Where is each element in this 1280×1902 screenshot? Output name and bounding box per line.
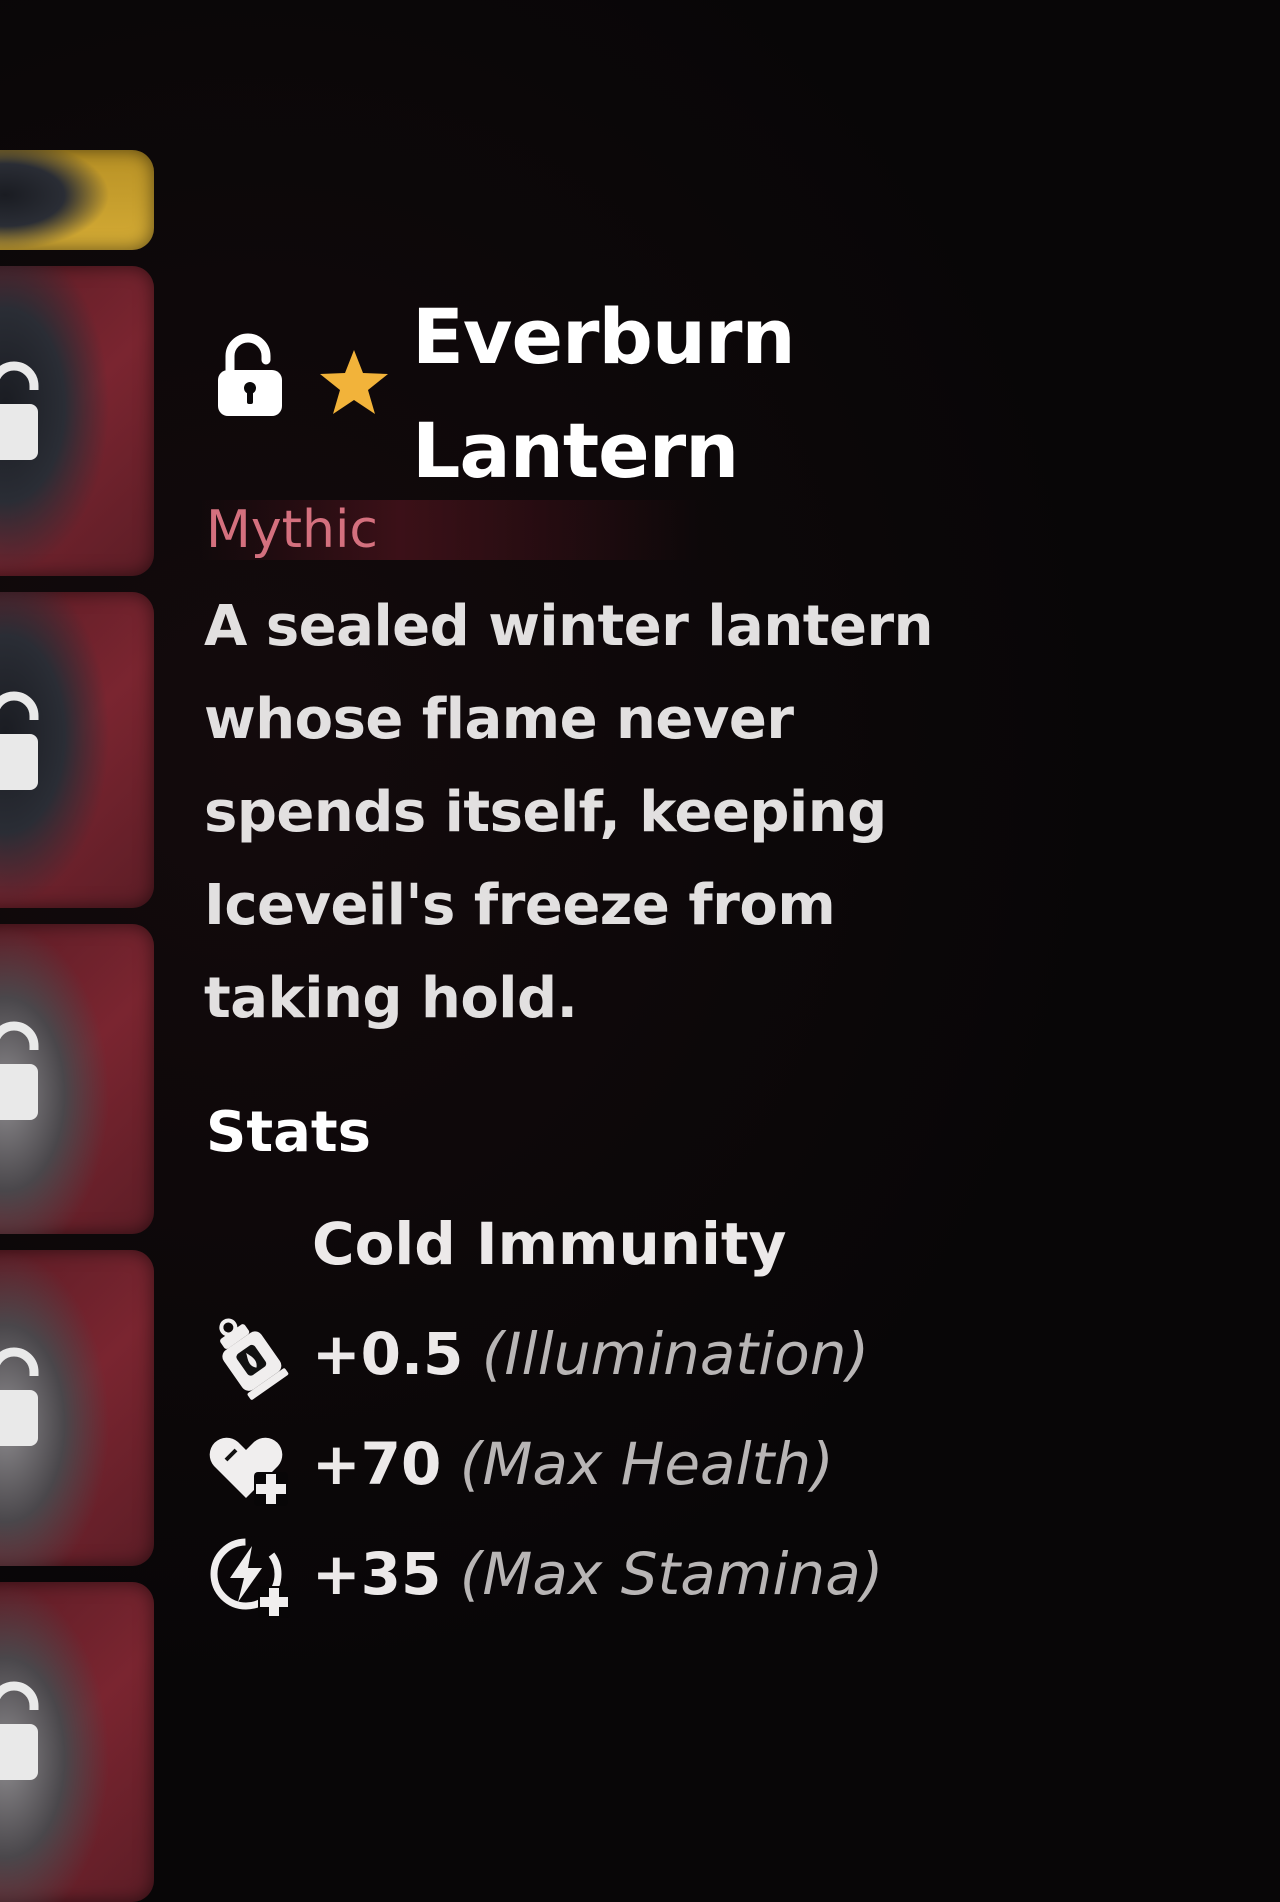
padlock-icon [0, 691, 39, 790]
item-thumbnail [0, 150, 110, 250]
stat-label: (Illumination) [481, 1320, 870, 1388]
star-icon[interactable] [318, 348, 390, 416]
stat-text: Cold Immunity [312, 1204, 786, 1284]
stat-value: +35 [312, 1540, 442, 1608]
padlock-open-icon[interactable] [214, 332, 286, 418]
stat-text: +35 (Max Stamina) [312, 1534, 883, 1614]
item-name-line-1: Everburn [412, 292, 796, 381]
stat-row-max-stamina: +35 (Max Stamina) [200, 1526, 960, 1626]
item-header: Everburn Lantern [200, 260, 960, 500]
stat-row-illumination: +0.5 (Illumination) [200, 1306, 960, 1406]
item-description: A sealed winter lantern whose flame neve… [204, 580, 964, 1045]
inventory-slot-column [0, 0, 160, 1902]
stat-value: Cold Immunity [312, 1210, 787, 1278]
stat-label: (Max Health) [459, 1430, 834, 1498]
description-line: Iceveil's freeze from [204, 873, 836, 938]
padlock-icon [0, 1681, 39, 1780]
stat-row-max-health: +70 (Max Health) [200, 1416, 960, 1516]
description-line: spends itself, keeping [204, 780, 887, 845]
stamina-plus-icon [210, 1538, 290, 1618]
stat-value: +0.5 [312, 1320, 464, 1388]
description-line: A sealed winter lantern [204, 594, 933, 659]
padlock-icon [0, 361, 39, 460]
heart-plus-icon [209, 1437, 288, 1506]
description-line: whose flame never [204, 687, 794, 752]
inventory-slot-selected[interactable] [0, 150, 154, 250]
item-name: Everburn Lantern [412, 280, 952, 508]
rarity-label: Mythic [206, 500, 379, 560]
padlock-icon [0, 1021, 39, 1120]
lantern-icon [219, 1318, 289, 1400]
stat-value: +70 [312, 1430, 442, 1498]
stat-text: +0.5 (Illumination) [312, 1314, 869, 1394]
description-line: taking hold. [204, 966, 578, 1031]
stat-row-cold-immunity: Cold Immunity [200, 1196, 960, 1296]
stats-heading: Stats [206, 1100, 371, 1165]
stat-text: +70 (Max Health) [312, 1424, 834, 1504]
item-name-line-2: Lantern [412, 406, 739, 495]
stat-label: (Max Stamina) [459, 1540, 884, 1608]
padlock-icon [0, 1347, 39, 1446]
